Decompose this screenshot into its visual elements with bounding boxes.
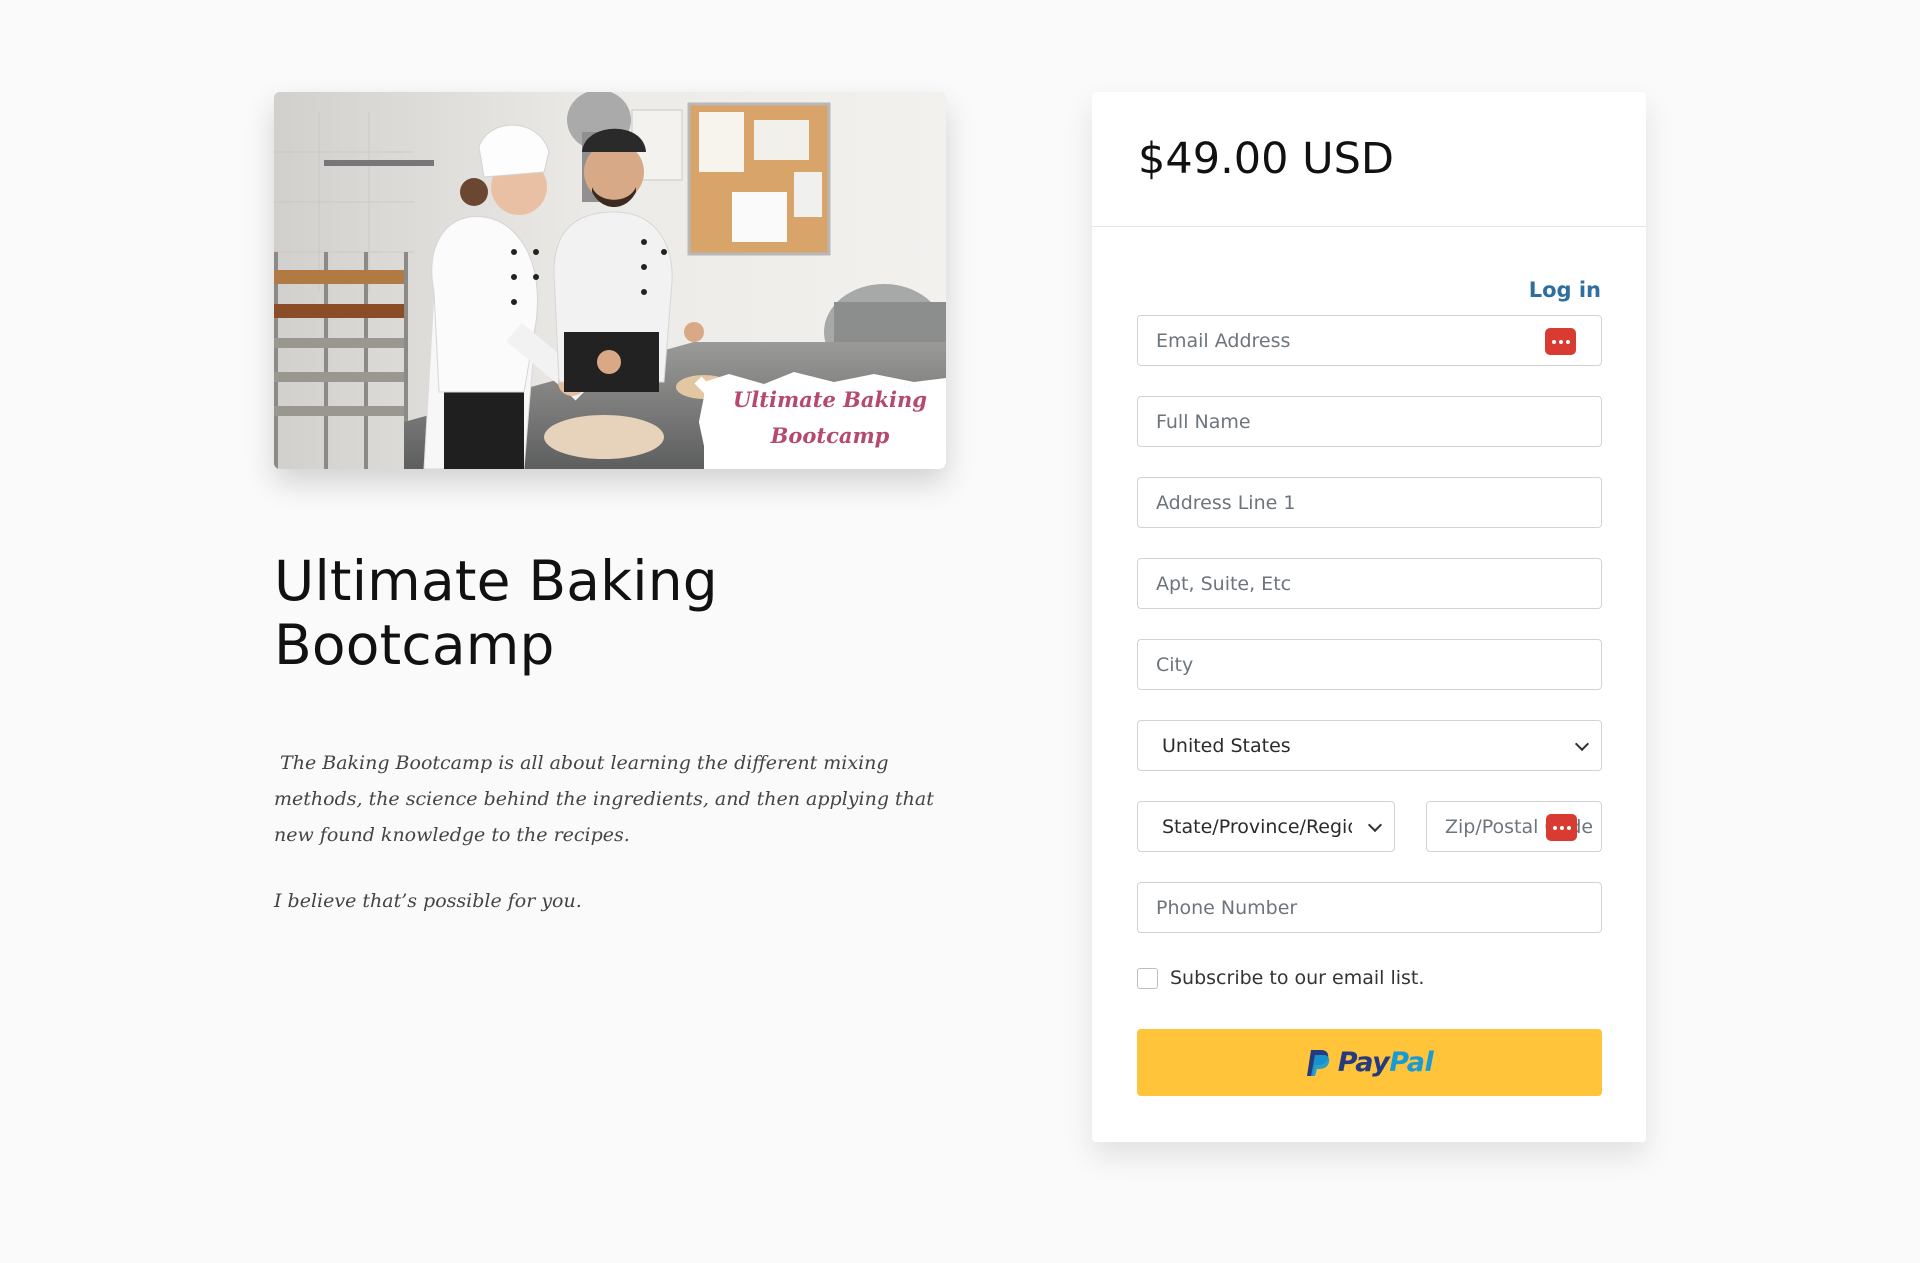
password-manager-icon[interactable]: [1545, 328, 1576, 355]
full-name-field[interactable]: Full Name: [1137, 396, 1602, 447]
login-row: Log in: [1137, 227, 1601, 315]
state-selected-value: State/Province/Regio: [1162, 815, 1352, 838]
image-caption-line1: Ultimate Baking: [732, 387, 927, 412]
full-name-placeholder: Full Name: [1156, 410, 1251, 433]
image-caption-line2: Bootcamp: [770, 423, 890, 448]
address-line-2-placeholder: Apt, Suite, Etc: [1156, 572, 1292, 595]
phone-placeholder: Phone Number: [1156, 896, 1298, 919]
paypal-logo-icon: [1306, 1049, 1329, 1076]
country-selected-value: United States: [1162, 734, 1291, 757]
subscribe-row[interactable]: Subscribe to our email list.: [1137, 963, 1601, 993]
description-paragraph-2: I believe that’s possible for you.: [274, 890, 582, 912]
login-link[interactable]: Log in: [1529, 278, 1601, 302]
country-select[interactable]: United States: [1137, 720, 1602, 771]
product-description: The Baking Bootcamp is all about learnin…: [274, 745, 954, 919]
chevron-down-icon: [1367, 817, 1383, 832]
subscribe-checkbox[interactable]: [1137, 967, 1158, 989]
email-field[interactable]: Email Address: [1137, 315, 1602, 366]
address-line-1-field[interactable]: Address Line 1: [1137, 477, 1602, 528]
product-image: Ultimate Baking Bootcamp: [274, 92, 946, 469]
price-amount: $49.00 USD: [1138, 134, 1395, 184]
subscribe-label: Subscribe to our email list.: [1170, 967, 1425, 989]
city-field[interactable]: City: [1137, 639, 1602, 690]
product-section: Ultimate Baking Bootcamp Ultimate Baking…: [274, 92, 946, 919]
price-header: $49.00 USD: [1092, 92, 1646, 227]
phone-field[interactable]: Phone Number: [1137, 882, 1602, 933]
address-line-2-field[interactable]: Apt, Suite, Etc: [1137, 558, 1602, 609]
paypal-word-pal: Pal: [1389, 1047, 1434, 1078]
password-manager-icon[interactable]: [1546, 814, 1577, 841]
state-select[interactable]: State/Province/Regio: [1137, 801, 1395, 852]
state-zip-row: State/Province/Regio Zip/Postal Code: [1137, 801, 1602, 882]
email-placeholder: Email Address: [1156, 329, 1291, 352]
city-placeholder: City: [1156, 653, 1194, 676]
description-paragraph-1: The Baking Bootcamp is all about learnin…: [274, 752, 940, 846]
product-title: Ultimate Baking Bootcamp: [274, 549, 718, 677]
checkout-form: Log in Email Address Full Name Address L…: [1092, 227, 1646, 1096]
paypal-wordmark: PayPal: [1338, 1047, 1434, 1078]
image-caption: Ultimate Baking Bootcamp: [714, 382, 946, 454]
zip-field[interactable]: Zip/Postal Code: [1426, 801, 1602, 852]
checkout-card: $49.00 USD Log in Email Address Full Nam…: [1092, 92, 1646, 1142]
paypal-button[interactable]: PayPal: [1137, 1029, 1602, 1096]
chevron-down-icon: [1574, 736, 1590, 751]
checkout-page: Ultimate Baking Bootcamp Ultimate Baking…: [0, 0, 1920, 1263]
paypal-word-pay: Pay: [1337, 1047, 1390, 1078]
address-line-1-placeholder: Address Line 1: [1156, 491, 1296, 514]
